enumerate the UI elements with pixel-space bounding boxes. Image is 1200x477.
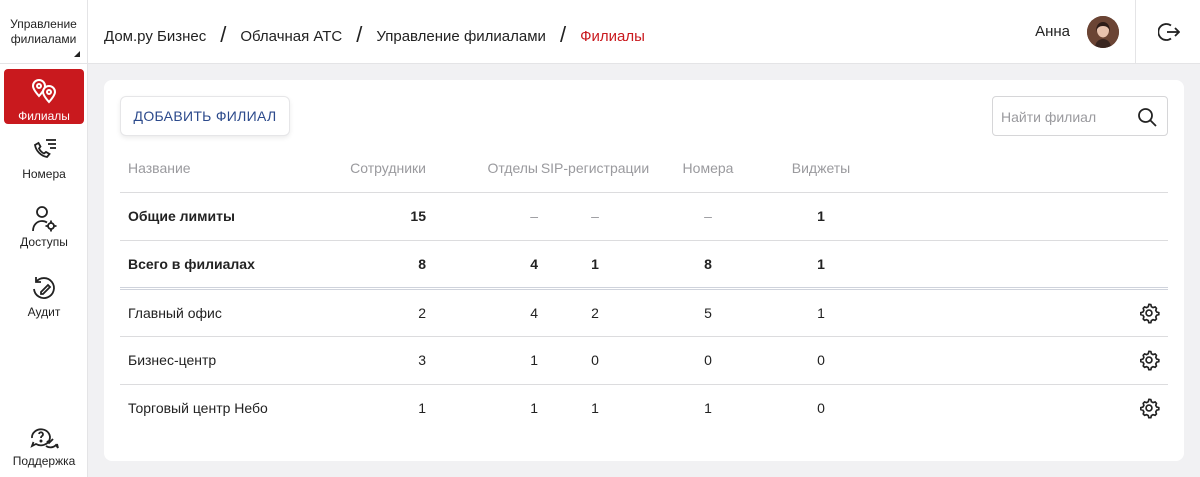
cell-sip: 1 (591, 400, 599, 417)
branches-pin-icon (31, 79, 57, 104)
cell-name: Общие лимиты (120, 192, 320, 241)
section-switcher-label: Управление филиалами (10, 17, 77, 46)
cell-sip: 2 (538, 288, 652, 337)
cell-sip: – (538, 192, 652, 241)
column-header-name[interactable]: Название (120, 144, 320, 193)
cell-sip: 0 (538, 336, 652, 385)
support-chat-icon (30, 428, 59, 449)
column-header-widgets[interactable]: Виджеты (764, 144, 878, 193)
sidebar-item-label: Номера (22, 167, 66, 181)
cell-departments: 1 (426, 336, 538, 385)
table-row[interactable]: Бизнес-центр 3 1 0 0 0 (120, 336, 1168, 385)
cell-name: Бизнес-центр (120, 336, 320, 385)
logout-icon[interactable] (1158, 21, 1180, 43)
cell-name: Торговый центр Небо (128, 400, 268, 417)
sidebar-item-label: Аудит (27, 305, 61, 319)
breadcrumb-item[interactable]: Дом.ру Бизнес (104, 28, 206, 45)
cell-widgets: 1 (764, 240, 878, 290)
branches-table: Название Сотрудники Отделы SIP-регистрац… (120, 144, 1168, 432)
cell-departments: – (426, 192, 538, 241)
column-header-actions (878, 144, 1168, 193)
search-icon[interactable] (1137, 107, 1157, 127)
column-header-numbers[interactable]: Номера (652, 144, 764, 193)
branches-card: ДОБАВИТЬ ФИЛИАЛ Название Сотрудники Отде… (104, 80, 1184, 461)
cell-employees: 15 (320, 192, 426, 241)
sidebar-item-label: Поддержка (12, 454, 76, 468)
sidebar-item-branches[interactable]: Филиалы (4, 69, 84, 124)
cell-numbers: 0 (652, 336, 764, 385)
cell-employees: 2 (320, 288, 426, 337)
settings-gear-icon[interactable] (1138, 349, 1160, 371)
table-row[interactable]: Главный офис 2 4 2 5 1 (120, 288, 1168, 337)
cell-numbers: 5 (652, 288, 764, 337)
column-header-employees[interactable]: Сотрудники (320, 144, 426, 193)
avatar[interactable] (1087, 16, 1119, 48)
column-header-sip[interactable]: SIP-регистрации (538, 144, 652, 193)
cell-employees: 8 (320, 240, 426, 290)
avatar-image (1087, 16, 1119, 48)
sidebar-item-label: Филиалы (18, 109, 70, 123)
cell-name: Главный офис (120, 288, 320, 337)
cell-departments: 4 (426, 240, 538, 290)
breadcrumb: Дом.ру Бизнес / Облачная АТС / Управлени… (104, 22, 645, 49)
sidebar-item-support[interactable]: Поддержка (4, 424, 84, 472)
user-name[interactable]: Анна (1035, 23, 1070, 40)
breadcrumb-separator: / (559, 22, 567, 47)
sidebar-item-access[interactable]: Доступы (4, 204, 84, 256)
cell-widgets: 1 (764, 192, 878, 241)
cell-departments: 4 (426, 288, 538, 337)
breadcrumb-separator: / (220, 22, 227, 47)
top-header: Дом.ру Бизнес / Облачная АТС / Управлени… (88, 0, 1200, 64)
cell-widgets: 0 (764, 336, 878, 385)
header-divider (1135, 0, 1136, 64)
sidebar-item-numbers[interactable]: Номера (4, 136, 84, 188)
column-header-departments[interactable]: Отделы (426, 144, 538, 193)
phone-list-icon (34, 139, 56, 158)
dropdown-corner-icon (74, 51, 80, 57)
cell-employees: 3 (320, 336, 426, 385)
summary-row-limits: Общие лимиты 15 – – – 1 (120, 192, 1168, 241)
settings-gear-icon[interactable] (1138, 397, 1160, 419)
audit-history-icon (33, 277, 55, 299)
sidebar-item-audit[interactable]: Аудит (4, 274, 84, 324)
section-switcher[interactable]: Управление филиалами (0, 0, 87, 64)
user-gear-icon (32, 206, 57, 232)
sidebar-item-label: Доступы (20, 235, 68, 249)
sidebar: Управление филиалами Филиалы Номера Дост… (0, 0, 88, 477)
add-branch-button[interactable]: ДОБАВИТЬ ФИЛИАЛ (120, 96, 290, 136)
summary-row-total: Всего в филиалах 8 4 1 8 1 (120, 240, 1168, 290)
search-input[interactable] (1001, 107, 1131, 127)
table-row[interactable]: Торговый центр Небо 1 1 1 1 0 (120, 384, 1168, 432)
breadcrumb-separator: / (356, 22, 363, 47)
breadcrumb-item[interactable]: Управление филиалами (376, 28, 546, 45)
cell-numbers: – (652, 192, 764, 241)
search-box (992, 96, 1168, 136)
cell-employees: 1 (418, 400, 426, 417)
cell-widgets: 0 (817, 400, 825, 417)
table-header-row: Название Сотрудники Отделы SIP-регистрац… (120, 144, 1168, 193)
cell-numbers: 1 (704, 400, 712, 417)
cell-widgets: 1 (764, 288, 878, 337)
cell-numbers: 8 (652, 240, 764, 290)
cell-departments: 1 (530, 400, 538, 417)
cell-sip: 1 (538, 240, 652, 290)
settings-gear-icon[interactable] (1138, 302, 1160, 324)
cell-name: Всего в филиалах (120, 240, 320, 290)
breadcrumb-current: Филиалы (580, 27, 645, 45)
breadcrumb-item[interactable]: Облачная АТС (240, 28, 342, 45)
